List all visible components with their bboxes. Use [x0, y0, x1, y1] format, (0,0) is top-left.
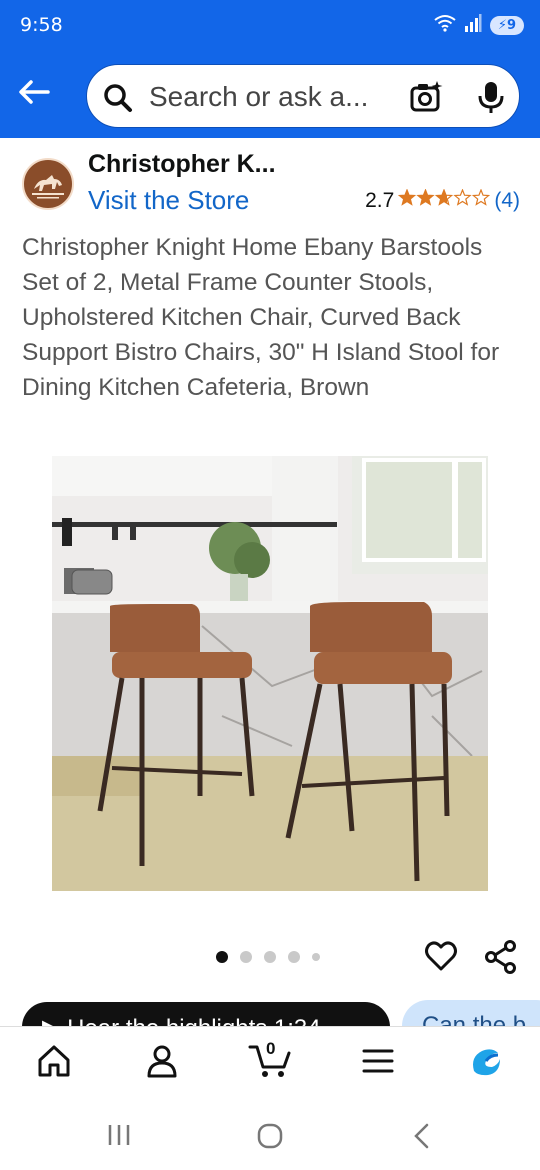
- cart-icon: 0: [248, 1039, 292, 1084]
- carousel-dot[interactable]: [216, 951, 228, 963]
- battery-level: 9: [506, 18, 516, 33]
- status-bar: 9:58 ⚡9: [0, 0, 540, 52]
- product-image[interactable]: [52, 456, 488, 891]
- nav-rufus[interactable]: [464, 1043, 508, 1083]
- status-icons: ⚡9: [434, 14, 524, 37]
- search-placeholder: Search or ask a...: [149, 81, 369, 112]
- search-input[interactable]: Search or ask a...: [86, 64, 520, 128]
- visit-store-link[interactable]: Visit the Store: [88, 185, 249, 216]
- home-icon: [36, 1044, 72, 1083]
- signal-icon: [464, 14, 482, 37]
- nav-home[interactable]: [32, 1043, 76, 1083]
- nav-account[interactable]: [140, 1043, 184, 1083]
- rating-star-icon: [416, 188, 435, 206]
- user-icon: [146, 1044, 178, 1083]
- carousel-dot[interactable]: [312, 953, 320, 961]
- share-icon[interactable]: [483, 939, 519, 980]
- rating-star-icon: [472, 188, 491, 206]
- image-carousel-dots[interactable]: [216, 951, 320, 963]
- home-system-icon[interactable]: [256, 1122, 284, 1155]
- back-arrow-icon: [18, 79, 50, 110]
- carousel-dot[interactable]: [288, 951, 300, 963]
- menu-icon: [362, 1048, 394, 1079]
- rating-count: (4): [494, 189, 520, 212]
- wishlist-heart-icon[interactable]: [424, 939, 458, 978]
- wifi-icon: [434, 14, 456, 37]
- search-header: Search or ask a...: [0, 52, 540, 138]
- rufus-assistant-icon: [468, 1045, 504, 1082]
- rating-value: 2.7: [365, 189, 395, 212]
- rating-star-icon: [435, 188, 454, 206]
- rating-summary[interactable]: 2.7 (4): [365, 188, 520, 213]
- camera-search-icon[interactable]: [409, 80, 443, 119]
- rating-stars: [398, 188, 491, 213]
- search-icon: [103, 83, 133, 118]
- store-row: Christopher K... Visit the Store 2.7 (4): [0, 138, 540, 230]
- back-system-icon[interactable]: [410, 1122, 434, 1155]
- nav-cart[interactable]: 0: [248, 1039, 292, 1084]
- microphone-icon[interactable]: [477, 80, 505, 119]
- system-nav-bar: [0, 1100, 540, 1170]
- product-title: Christopher Knight Home Ebany Barstools …: [22, 234, 500, 401]
- rating-star-icon: [398, 188, 417, 206]
- battery-indicator: ⚡9: [489, 16, 524, 35]
- status-time: 9:58: [20, 14, 63, 36]
- cart-count: 0: [266, 1038, 276, 1058]
- bottom-nav: 0: [0, 1026, 540, 1100]
- carousel-dot[interactable]: [240, 951, 252, 963]
- carousel-dot[interactable]: [264, 951, 276, 963]
- back-button[interactable]: [14, 76, 54, 112]
- nav-menu[interactable]: [356, 1043, 400, 1083]
- recent-apps-icon[interactable]: [106, 1122, 132, 1153]
- store-name[interactable]: Christopher K...: [88, 150, 308, 179]
- rating-star-icon: [453, 188, 472, 206]
- store-logo[interactable]: [22, 158, 74, 210]
